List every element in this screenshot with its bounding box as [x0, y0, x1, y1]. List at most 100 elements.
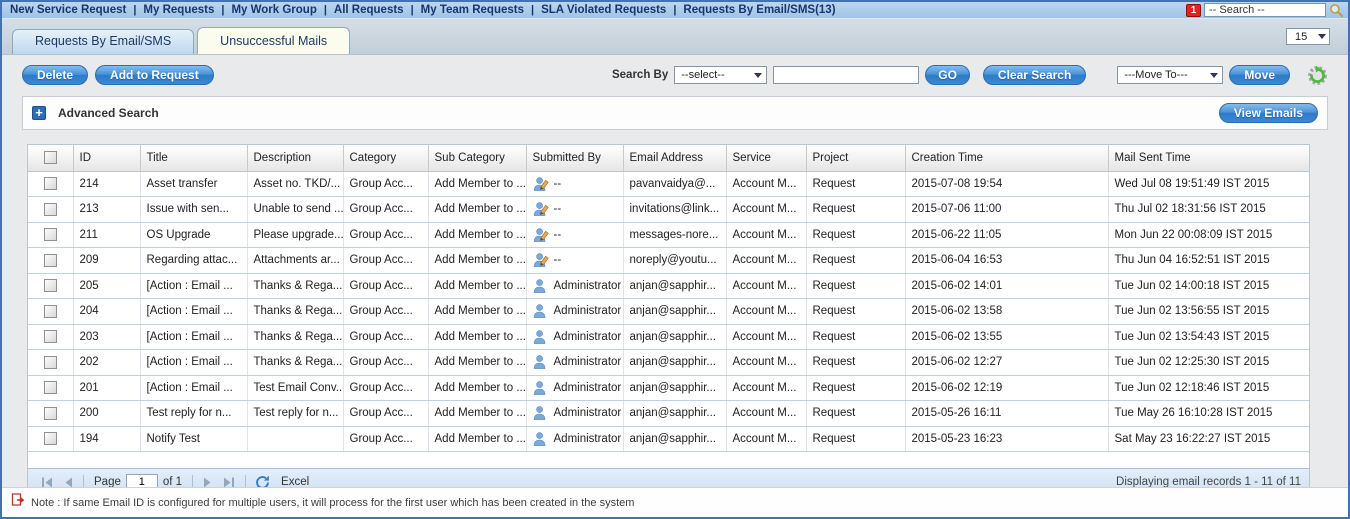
- col-header-id[interactable]: ID: [73, 145, 141, 172]
- row-checkbox[interactable]: [43, 253, 57, 267]
- search-icon[interactable]: [1329, 3, 1344, 18]
- cell-category: Group Acc...: [343, 247, 429, 274]
- col-header-creation-time[interactable]: Creation Time: [905, 145, 1109, 172]
- row-checkbox[interactable]: [43, 279, 57, 293]
- expand-plus-icon[interactable]: +: [32, 106, 46, 120]
- go-button[interactable]: GO: [925, 65, 970, 85]
- cell-mail-sent-time: Thu Jun 04 16:52:51 IST 2015: [1108, 247, 1309, 274]
- cell-creation-time: 2015-06-22 11:05: [905, 222, 1109, 248]
- clear-search-button[interactable]: Clear Search: [982, 65, 1087, 85]
- col-header-project[interactable]: Project: [806, 145, 906, 172]
- nav-right: 1: [1186, 3, 1344, 18]
- row-checkbox[interactable]: [43, 330, 57, 344]
- cell-creation-time: 2015-05-26 16:11: [905, 400, 1109, 427]
- page-number-input[interactable]: [125, 473, 158, 487]
- col-header-description[interactable]: Description: [247, 145, 344, 172]
- view-emails-button[interactable]: View Emails: [1218, 103, 1318, 123]
- first-page-button[interactable]: [40, 476, 54, 487]
- col-header-mail-sent-time[interactable]: Mail Sent Time: [1108, 145, 1309, 172]
- table-row[interactable]: 205 [Action : Email ... Thanks & Rega...…: [28, 273, 1309, 299]
- row-checkbox[interactable]: [43, 202, 57, 216]
- submitted-by-text: Administrator: [553, 330, 622, 343]
- main-content: Delete Add to Request Search By --select…: [2, 55, 1348, 487]
- nav-item[interactable]: My Requests: [143, 4, 214, 16]
- col-header-email-address[interactable]: Email Address: [623, 145, 727, 172]
- export-excel-link[interactable]: Excel: [281, 476, 309, 487]
- user-edit-icon: [533, 176, 549, 192]
- next-page-button[interactable]: [202, 476, 214, 487]
- user-edit-icon: [533, 201, 549, 217]
- cell-email-address: invitations@link...: [623, 196, 727, 223]
- row-checkbox[interactable]: [43, 381, 57, 395]
- nav-item[interactable]: New Service Request: [10, 4, 126, 16]
- nav-separator: |: [323, 4, 327, 16]
- nav-item[interactable]: Requests By Email/SMS(13): [683, 4, 835, 16]
- select-all-checkbox[interactable]: [43, 151, 57, 165]
- move-to-select[interactable]: ---Move To---: [1117, 66, 1224, 84]
- cell-email-address: messages-nore...: [623, 222, 727, 248]
- table-body: 214 Asset transfer Asset no. TKD/... Gro…: [28, 171, 1309, 452]
- cell-creation-time: 2015-06-02 12:19: [905, 375, 1109, 401]
- refresh-icon[interactable]: [255, 475, 270, 487]
- notification-badge[interactable]: 1: [1186, 3, 1201, 17]
- table-row[interactable]: 203 [Action : Email ... Thanks & Rega...…: [28, 324, 1309, 350]
- table-row[interactable]: 204 [Action : Email ... Thanks & Rega...…: [28, 298, 1309, 325]
- nav-item[interactable]: My Team Requests: [421, 4, 524, 16]
- cell-service: Account M...: [726, 273, 807, 299]
- tab-requests-by-email-sms[interactable]: Requests By Email/SMS: [12, 29, 195, 54]
- global-search-input[interactable]: [1204, 3, 1326, 17]
- move-to-value: ---Move To---: [1124, 69, 1188, 81]
- email-records-grid: ID Title Description Category Sub Catego…: [27, 144, 1310, 487]
- col-header-submitted-by[interactable]: Submitted By: [526, 145, 624, 172]
- tab-unsuccessful-mails[interactable]: Unsuccessful Mails: [197, 27, 351, 54]
- row-checkbox[interactable]: [43, 432, 57, 446]
- cell-submitted-by: Administrator: [526, 426, 624, 452]
- search-by-value: --select--: [681, 69, 725, 81]
- table-row[interactable]: 213 Issue with sen... Unable to send ...…: [28, 196, 1309, 223]
- cell-service: Account M...: [726, 426, 807, 452]
- move-button[interactable]: Move: [1229, 65, 1290, 85]
- nav-item[interactable]: SLA Violated Requests: [541, 4, 666, 16]
- add-to-request-button[interactable]: Add to Request: [95, 65, 214, 85]
- submitted-by-text: Administrator: [553, 381, 622, 394]
- nav-item[interactable]: All Requests: [334, 4, 404, 16]
- table-row[interactable]: 211 OS Upgrade Please upgrade... Group A…: [28, 222, 1309, 248]
- submitted-by-text: --: [553, 203, 562, 216]
- row-checkbox[interactable]: [43, 228, 57, 242]
- cell-email-address: anjan@sapphir...: [623, 349, 727, 376]
- submitted-by-text: Administrator: [553, 305, 622, 318]
- table-row[interactable]: 209 Regarding attac... Attachments ar...…: [28, 247, 1309, 274]
- cell-description: Asset no. TKD/...: [247, 171, 344, 197]
- cell-id: 202: [73, 349, 141, 376]
- cell-title: Issue with sen...: [140, 196, 248, 223]
- gear-refresh-icon[interactable]: [1307, 65, 1328, 86]
- cell-project: Request: [806, 426, 906, 452]
- row-checkbox[interactable]: [43, 355, 57, 369]
- search-value-input[interactable]: [773, 66, 920, 84]
- cell-creation-time: 2015-07-08 19:54: [905, 171, 1109, 197]
- col-header-sub-category[interactable]: Sub Category: [428, 145, 527, 172]
- col-header-category[interactable]: Category: [343, 145, 429, 172]
- search-by-select[interactable]: --select--: [674, 66, 768, 84]
- cell-title: Regarding attac...: [140, 247, 248, 274]
- row-checkbox[interactable]: [43, 406, 57, 420]
- page-size-select[interactable]: 15: [1286, 28, 1330, 45]
- row-checkbox[interactable]: [43, 304, 57, 318]
- advanced-search-label[interactable]: Advanced Search: [58, 106, 159, 120]
- table-row[interactable]: 214 Asset transfer Asset no. TKD/... Gro…: [28, 171, 1309, 197]
- records-table: ID Title Description Category Sub Catego…: [28, 145, 1309, 452]
- nav-separator: |: [221, 4, 225, 16]
- submitted-by-text: --: [553, 228, 562, 241]
- col-header-title[interactable]: Title: [140, 145, 248, 172]
- last-page-button[interactable]: [222, 476, 236, 487]
- prev-page-button[interactable]: [62, 476, 74, 487]
- table-row[interactable]: 200 Test reply for n... Test reply for n…: [28, 400, 1309, 427]
- table-row[interactable]: 202 [Action : Email ... Thanks & Rega...…: [28, 349, 1309, 376]
- table-row[interactable]: 201 [Action : Email ... Test Email Conv.…: [28, 375, 1309, 401]
- user-edit-icon: [533, 227, 549, 243]
- table-row[interactable]: 194 Notify Test Group Acc... Add Member …: [28, 426, 1309, 452]
- col-header-service[interactable]: Service: [726, 145, 807, 172]
- row-checkbox[interactable]: [43, 177, 57, 191]
- nav-item[interactable]: My Work Group: [231, 4, 316, 16]
- delete-button[interactable]: Delete: [22, 65, 89, 85]
